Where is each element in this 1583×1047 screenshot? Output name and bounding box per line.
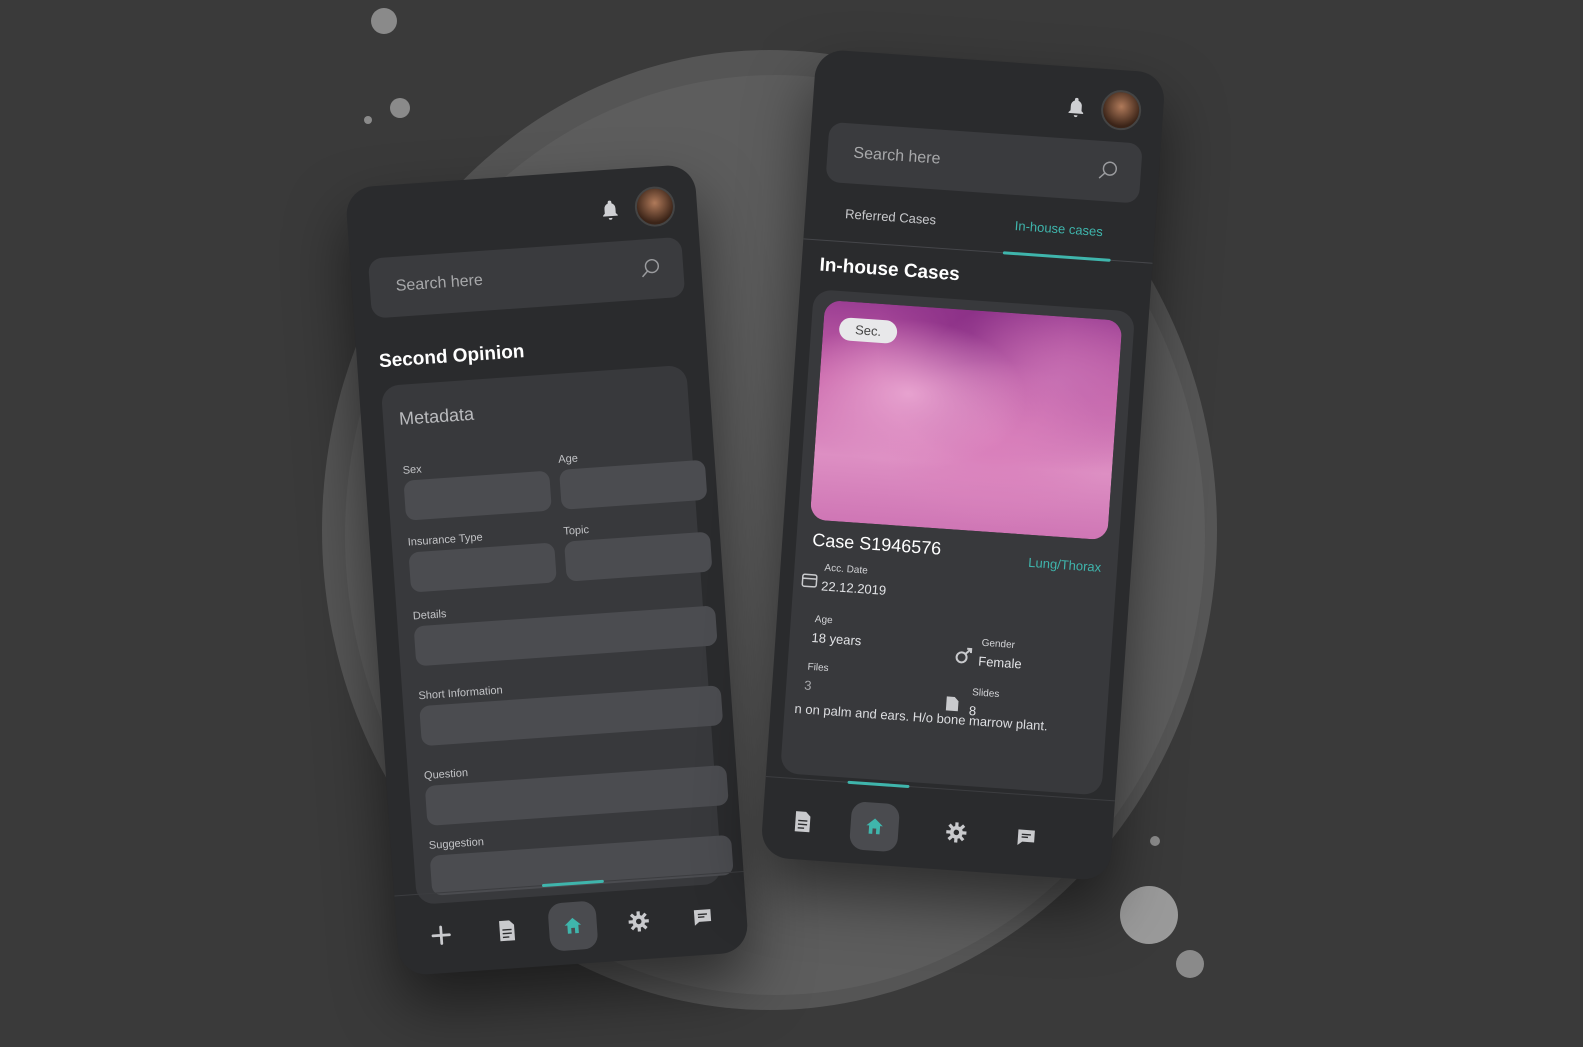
metadata-title: Metadata <box>398 403 475 429</box>
details-label: Details <box>412 608 447 623</box>
sex-field[interactable] <box>403 470 552 521</box>
age-label: Age <box>557 452 579 466</box>
nav-home[interactable] <box>547 900 599 952</box>
decor-dot <box>390 98 410 118</box>
case-topic: Lung/Thorax <box>1027 554 1102 575</box>
decor-dot <box>1120 886 1178 944</box>
nav-settings[interactable] <box>931 807 982 858</box>
in-house-cases-screen: Referred Cases In-house cases In-house C… <box>760 48 1166 882</box>
avatar[interactable] <box>1099 88 1143 132</box>
slides-label: Slides <box>971 687 1000 701</box>
sex-label: Sex <box>402 463 423 477</box>
tab-referred-cases[interactable]: Referred Cases <box>845 206 937 227</box>
details-field[interactable] <box>413 605 718 667</box>
nav-documents[interactable] <box>777 796 828 847</box>
second-opinion-screen: Second Opinion Metadata Sex Age Insuranc… <box>344 163 750 977</box>
calendar-icon <box>801 573 818 588</box>
search-bar[interactable] <box>825 121 1143 204</box>
question-label: Question <box>423 767 469 783</box>
question-field[interactable] <box>424 764 729 826</box>
home-icon <box>564 917 582 934</box>
acc-date-label: Acc. Date <box>824 562 869 577</box>
case-slide-image[interactable]: Sec. <box>809 299 1123 541</box>
bell-icon[interactable] <box>1064 93 1088 120</box>
add-icon <box>431 925 451 945</box>
page-title: In-house Cases <box>818 254 961 286</box>
document-icon <box>499 920 516 942</box>
tab-in-house-cases[interactable]: In-house cases <box>1014 218 1103 239</box>
nav-chat[interactable] <box>677 891 728 942</box>
topic-field[interactable] <box>564 531 713 582</box>
decor-dot <box>1176 950 1204 978</box>
topic-label: Topic <box>562 523 590 538</box>
chat-icon <box>1017 829 1035 845</box>
gender-label: Gender <box>981 637 1016 652</box>
top-bar <box>1064 86 1143 132</box>
document-icon <box>794 811 811 833</box>
suggestion-label: Suggestion <box>428 836 485 852</box>
case-card[interactable]: Sec. Case S1946576 Lung/Thorax Acc. Date… <box>780 289 1136 796</box>
page-title: Second Opinion <box>378 341 526 373</box>
nav-settings[interactable] <box>613 896 664 947</box>
nav-documents[interactable] <box>481 905 532 956</box>
nav-home[interactable] <box>848 801 901 853</box>
files-value: 3 <box>803 677 813 693</box>
files-label: Files <box>807 661 829 675</box>
search-icon[interactable] <box>638 256 661 279</box>
settings-icon <box>946 822 967 843</box>
nav-chat[interactable] <box>1001 812 1052 863</box>
case-tag: Sec. <box>838 317 898 345</box>
top-bar <box>598 185 677 230</box>
age-label: Age <box>814 614 833 627</box>
insurance-type-field[interactable] <box>408 542 557 593</box>
acc-date-value: 22.12.2019 <box>820 578 887 598</box>
search-bar[interactable] <box>367 236 686 319</box>
search-input[interactable] <box>850 143 1086 180</box>
age-field[interactable] <box>559 459 708 510</box>
gender-icon <box>955 647 973 664</box>
case-description: n on palm and ears. H/o bone marrow plan… <box>794 700 1049 734</box>
case-tabs: Referred Cases In-house cases <box>803 193 1156 264</box>
settings-icon <box>628 911 649 932</box>
bell-icon[interactable] <box>598 196 622 223</box>
search-icon[interactable] <box>1096 159 1119 182</box>
age-value: 18 years <box>811 629 862 649</box>
search-input[interactable] <box>393 260 629 297</box>
avatar[interactable] <box>633 185 677 228</box>
decor-dot <box>371 8 397 34</box>
gender-value: Female <box>977 653 1023 672</box>
short-information-label: Short Information <box>418 684 504 703</box>
insurance-type-label: Insurance Type <box>407 531 484 549</box>
metadata-card: Metadata Sex Age Insurance Type Topic De… <box>380 364 734 905</box>
nav-add[interactable] <box>416 910 467 961</box>
decor-dot <box>364 116 372 124</box>
case-id: Case S1946576 <box>811 529 942 559</box>
chat-icon <box>693 909 712 926</box>
tab-indicator <box>1002 251 1111 262</box>
home-icon <box>866 818 883 835</box>
nav-indicator <box>847 780 910 789</box>
decor-dot <box>1150 836 1160 846</box>
